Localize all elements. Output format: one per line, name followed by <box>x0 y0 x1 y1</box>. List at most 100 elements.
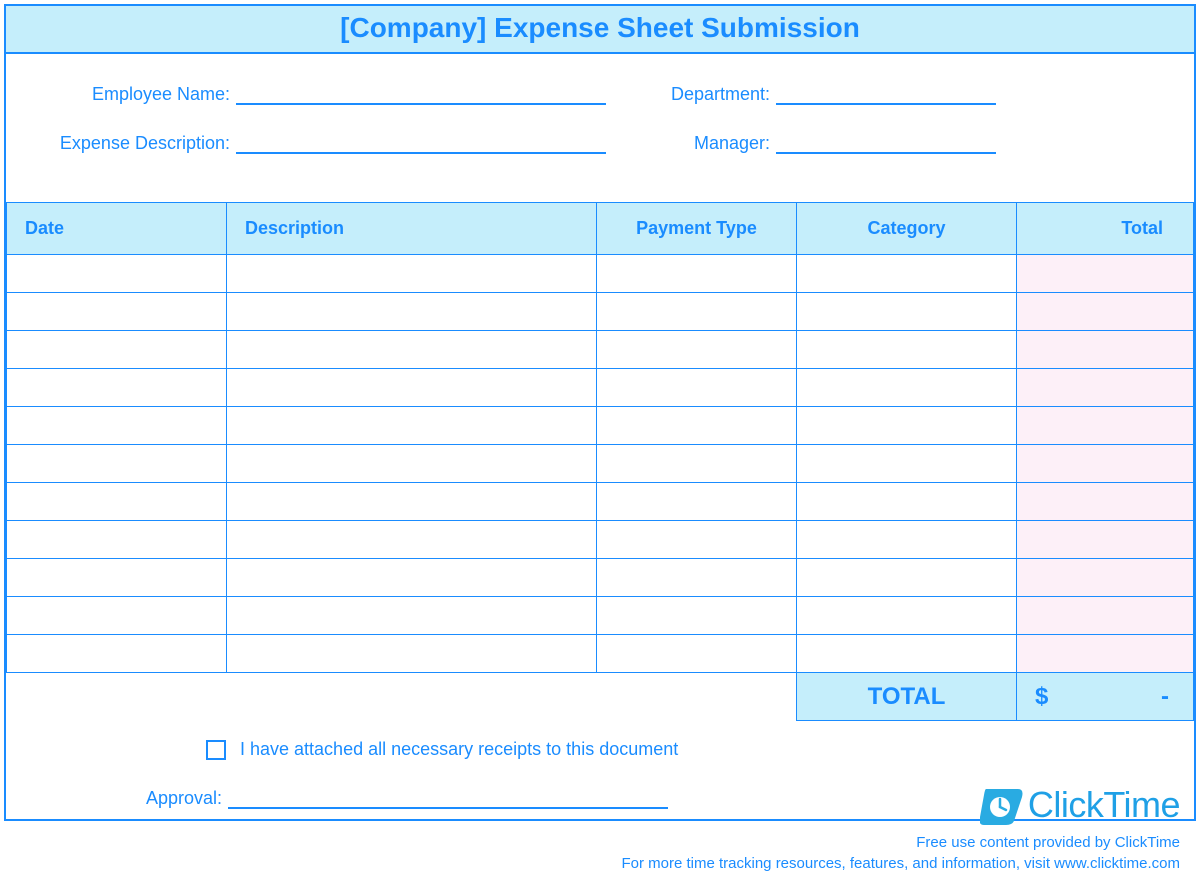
cell-total[interactable] <box>1017 255 1194 293</box>
cell-description[interactable] <box>227 331 597 369</box>
expense-description-input[interactable] <box>236 134 606 154</box>
cell-category[interactable] <box>797 331 1017 369</box>
table-row <box>7 635 1194 673</box>
receipts-checkbox[interactable] <box>206 740 226 760</box>
cell-date[interactable] <box>7 483 227 521</box>
cell-category[interactable] <box>797 635 1017 673</box>
cell-payment_type[interactable] <box>597 635 797 673</box>
cell-total[interactable] <box>1017 331 1194 369</box>
cell-date[interactable] <box>7 255 227 293</box>
col-category: Category <box>797 203 1017 255</box>
cell-payment_type[interactable] <box>597 255 797 293</box>
expense-table: Date Description Payment Type Category T… <box>6 202 1194 721</box>
col-payment-type: Payment Type <box>597 203 797 255</box>
cell-category[interactable] <box>797 521 1017 559</box>
col-date: Date <box>7 203 227 255</box>
col-description: Description <box>227 203 597 255</box>
cell-description[interactable] <box>227 483 597 521</box>
cell-category[interactable] <box>797 407 1017 445</box>
cell-total[interactable] <box>1017 635 1194 673</box>
summary-currency: $ <box>1035 683 1048 711</box>
cell-description[interactable] <box>227 559 597 597</box>
cell-payment_type[interactable] <box>597 521 797 559</box>
approval-label: Approval: <box>146 788 228 809</box>
meta-section: Employee Name: Department: Expense Descr… <box>6 54 1194 202</box>
cell-date[interactable] <box>7 407 227 445</box>
expense-description-field: Expense Description: <box>46 133 646 154</box>
summary-amount: - <box>1161 683 1169 711</box>
table-row <box>7 331 1194 369</box>
cell-date[interactable] <box>7 331 227 369</box>
summary-row: TOTAL $ - <box>7 673 1194 721</box>
clock-icon <box>980 785 1024 825</box>
cell-payment_type[interactable] <box>597 445 797 483</box>
cell-category[interactable] <box>797 369 1017 407</box>
cell-description[interactable] <box>227 293 597 331</box>
employee-name-field: Employee Name: <box>46 84 646 105</box>
cell-description[interactable] <box>227 369 597 407</box>
cell-date[interactable] <box>7 635 227 673</box>
cell-total[interactable] <box>1017 445 1194 483</box>
cell-payment_type[interactable] <box>597 559 797 597</box>
cell-category[interactable] <box>797 445 1017 483</box>
table-row <box>7 521 1194 559</box>
cell-description[interactable] <box>227 255 597 293</box>
table-row <box>7 483 1194 521</box>
table-row <box>7 559 1194 597</box>
table-row <box>7 445 1194 483</box>
brand-name: ClickTime <box>1028 784 1180 826</box>
employee-name-label: Employee Name: <box>46 84 236 105</box>
cell-total[interactable] <box>1017 559 1194 597</box>
cell-category[interactable] <box>797 483 1017 521</box>
cell-category[interactable] <box>797 597 1017 635</box>
employee-name-input[interactable] <box>236 85 606 105</box>
cell-total[interactable] <box>1017 483 1194 521</box>
title-bar: [Company] Expense Sheet Submission <box>6 6 1194 54</box>
table-row <box>7 293 1194 331</box>
cell-payment_type[interactable] <box>597 407 797 445</box>
department-input[interactable] <box>776 85 996 105</box>
cell-payment_type[interactable] <box>597 597 797 635</box>
cell-category[interactable] <box>797 293 1017 331</box>
cell-description[interactable] <box>227 445 597 483</box>
cell-date[interactable] <box>7 559 227 597</box>
summary-label: TOTAL <box>797 673 1017 721</box>
cell-description[interactable] <box>227 407 597 445</box>
manager-input[interactable] <box>776 134 996 154</box>
cell-payment_type[interactable] <box>597 331 797 369</box>
cell-date[interactable] <box>7 521 227 559</box>
cell-description[interactable] <box>227 635 597 673</box>
receipts-row: I have attached all necessary receipts t… <box>206 739 1154 760</box>
cell-payment_type[interactable] <box>597 483 797 521</box>
table-row <box>7 369 1194 407</box>
credits: Free use content provided by ClickTime F… <box>621 832 1180 874</box>
cell-category[interactable] <box>797 255 1017 293</box>
summary-value: $ - <box>1017 673 1194 721</box>
cell-description[interactable] <box>227 521 597 559</box>
brand-logo: ClickTime <box>980 784 1180 826</box>
credit-line-2: For more time tracking resources, featur… <box>621 853 1180 874</box>
cell-total[interactable] <box>1017 293 1194 331</box>
cell-description[interactable] <box>227 597 597 635</box>
department-field: Department: <box>646 84 1154 105</box>
manager-label: Manager: <box>646 133 776 154</box>
cell-total[interactable] <box>1017 369 1194 407</box>
col-total: Total <box>1017 203 1194 255</box>
cell-total[interactable] <box>1017 597 1194 635</box>
manager-field: Manager: <box>646 133 1154 154</box>
cell-date[interactable] <box>7 369 227 407</box>
cell-category[interactable] <box>797 559 1017 597</box>
expense-description-label: Expense Description: <box>46 133 236 154</box>
cell-total[interactable] <box>1017 407 1194 445</box>
cell-date[interactable] <box>7 293 227 331</box>
approval-input[interactable] <box>228 789 668 809</box>
page-title: [Company] Expense Sheet Submission <box>6 12 1194 44</box>
cell-date[interactable] <box>7 445 227 483</box>
expense-sheet: [Company] Expense Sheet Submission Emplo… <box>4 4 1196 821</box>
cell-payment_type[interactable] <box>597 369 797 407</box>
department-label: Department: <box>646 84 776 105</box>
cell-payment_type[interactable] <box>597 293 797 331</box>
cell-date[interactable] <box>7 597 227 635</box>
cell-total[interactable] <box>1017 521 1194 559</box>
table-row <box>7 407 1194 445</box>
